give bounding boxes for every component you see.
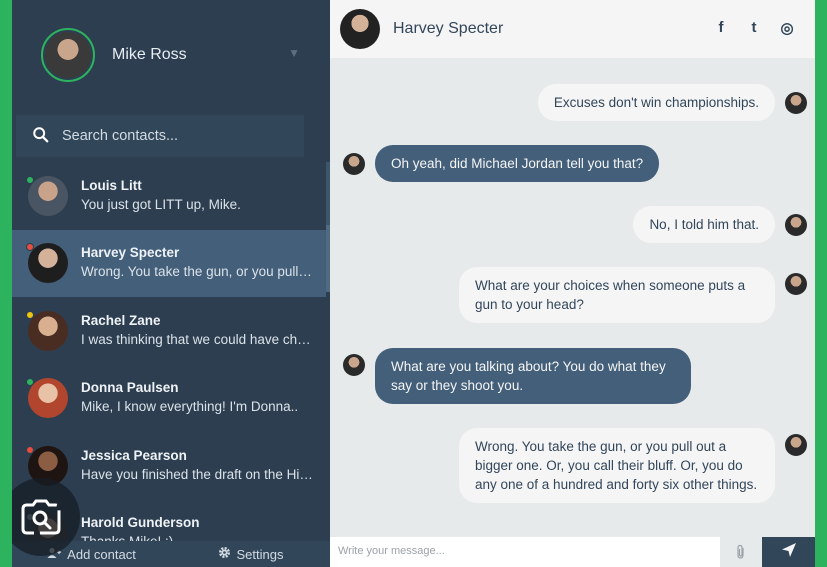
twitter-icon[interactable]: t [746, 19, 762, 37]
gear-icon [218, 546, 231, 562]
status-dot [26, 445, 34, 454]
message-bubble: No, I told him that. [633, 206, 775, 243]
settings-label: Settings [236, 546, 284, 562]
settings-button[interactable]: Settings [171, 541, 330, 567]
avatar [785, 91, 807, 114]
contact-name: Harvey Specter [81, 245, 180, 261]
contact-name: Harold Gunderson [81, 515, 200, 531]
contact-item[interactable]: Donna Paulsen Mike, I know everything! I'… [12, 365, 330, 433]
status-dot [26, 243, 34, 252]
message-bubble: Wrong. You take the gun, or you pull out… [459, 428, 775, 503]
message-preview: Mike, I know everything! I'm Donna.. [81, 399, 299, 415]
message-bubble: What are your choices when someone puts … [459, 267, 775, 323]
avatar [343, 152, 365, 175]
message-input[interactable]: Write your message... [330, 537, 720, 567]
sidebar: Mike Ross ▼ Search contacts... Louis Lit… [12, 0, 330, 567]
search-input[interactable]: Search contacts... [62, 128, 178, 144]
avatar [26, 310, 68, 351]
avatar [41, 28, 95, 82]
status-dot [26, 378, 34, 387]
send-icon [781, 542, 797, 563]
messenger-app: Mike Ross ▼ Search contacts... Louis Lit… [12, 0, 815, 567]
status-dot [26, 175, 34, 184]
message-bubble: Excuses don't win championships. [537, 84, 775, 121]
profile-name: Mike Ross [112, 46, 187, 63]
avatar [340, 9, 380, 49]
contact-item[interactable]: Rachel Zane I was thinking that we could … [12, 297, 330, 365]
facebook-icon[interactable]: f [713, 19, 729, 37]
send-button[interactable] [762, 537, 815, 567]
chat-contact-name: Harvey Specter [393, 20, 504, 37]
message-preview: I was thinking that we could have chicke… [81, 331, 313, 347]
message-sent: What are your choices when someone puts … [459, 267, 807, 323]
contact-item[interactable]: Louis Litt You just got LITT up, Mike. [12, 162, 330, 230]
message-sent: No, I told him that. [633, 206, 807, 243]
chevron-down-icon[interactable]: ▼ [288, 46, 300, 60]
paperclip-icon[interactable] [720, 537, 762, 567]
message-sent: Wrong. You take the gun, or you pull out… [459, 428, 807, 503]
social-links: f t ◎ [713, 19, 795, 37]
message-preview: You just got LITT up, Mike. [81, 196, 241, 212]
avatar [26, 378, 68, 419]
search-icon [32, 126, 52, 146]
message-composer: Write your message... [330, 537, 815, 567]
message-bubble: Oh yeah, did Michael Jordan tell you tha… [375, 145, 660, 182]
message-bubble: What are you talking about? You do what … [375, 348, 691, 404]
contact-name: Jessica Pearson [81, 447, 187, 463]
message-reply: Oh yeah, did Michael Jordan tell you tha… [343, 145, 660, 182]
contact-name: Louis Litt [81, 177, 142, 193]
avatar [785, 213, 807, 236]
contact-name: Rachel Zane [81, 312, 161, 328]
contact-item-active[interactable]: Harvey Specter Wrong. You take the gun, o… [12, 229, 326, 297]
chat-panel: Harvey Specter f t ◎ Excuses don't win c… [330, 0, 815, 567]
avatar [26, 243, 68, 284]
search-bar[interactable]: Search contacts... [16, 115, 304, 157]
avatar [785, 273, 807, 295]
message-sent: Excuses don't win championships. [537, 84, 807, 121]
avatar [343, 354, 365, 376]
chat-header: Harvey Specter f t ◎ [330, 0, 815, 58]
instagram-icon[interactable]: ◎ [779, 19, 795, 37]
status-dot [26, 310, 34, 319]
message-preview: Have you finished the draft on the Hinse… [81, 466, 313, 482]
contact-name: Donna Paulsen [81, 380, 179, 396]
avatar [26, 175, 68, 216]
message-preview: Wrong. You take the gun, or you pull out… [81, 264, 313, 280]
message-reply: What are you talking about? You do what … [343, 348, 691, 404]
avatar [785, 434, 807, 456]
add-contact-label: Add contact [67, 546, 136, 562]
user-profile[interactable]: Mike Ross ▼ [12, 0, 330, 110]
